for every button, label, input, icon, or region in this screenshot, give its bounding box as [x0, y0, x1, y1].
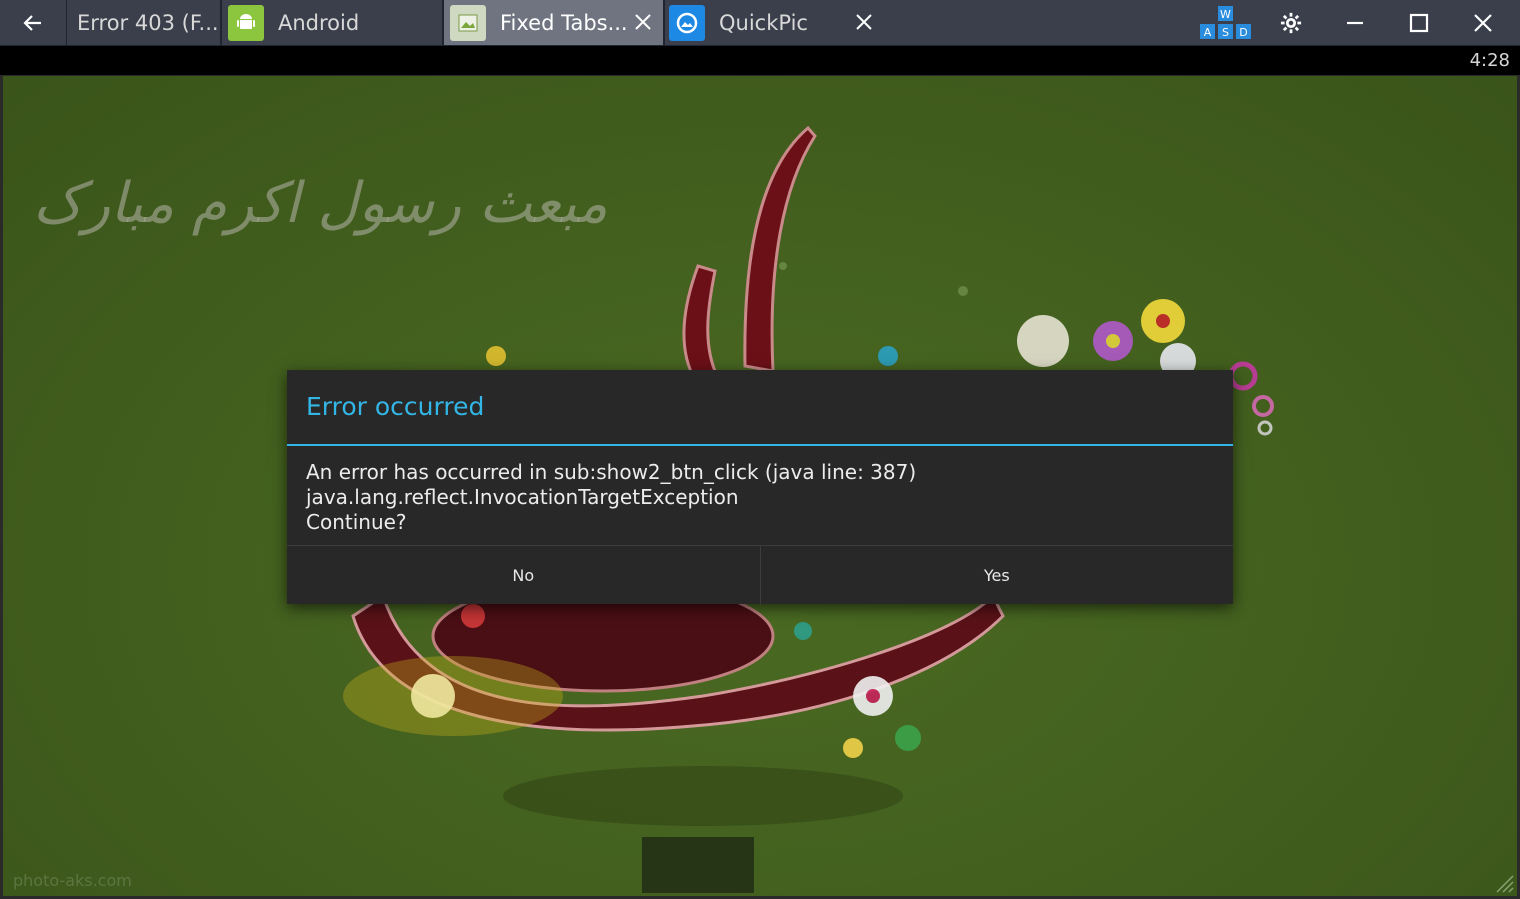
resize-grip-icon[interactable] [1491, 870, 1515, 894]
key-w: W [1220, 8, 1231, 21]
no-button[interactable]: No [287, 546, 760, 605]
maximize-icon [1409, 13, 1429, 33]
tab-label: Android [278, 10, 360, 35]
close-tab-button[interactable] [629, 8, 657, 36]
close-icon [856, 14, 872, 30]
back-button[interactable] [0, 0, 66, 45]
arrow-left-icon [23, 14, 41, 31]
minimize-button[interactable] [1338, 6, 1372, 40]
wallpaper-watermark: photo-aks.com [13, 871, 132, 890]
quickpic-icon [669, 4, 705, 41]
dialog-message-line: An error has occurred in sub:show2_btn_c… [306, 460, 917, 484]
key-d: D [1239, 26, 1247, 39]
error-dialog: Error occurred An error has occurred in … [287, 370, 1233, 605]
app-icon [450, 4, 486, 41]
status-clock: 4:28 [1469, 50, 1510, 71]
dialog-message-line: java.lang.reflect.InvocationTargetExcept… [306, 485, 739, 509]
tab-label: Fixed Tabs... [500, 10, 628, 35]
gear-icon [1280, 12, 1302, 34]
tab-label: Error 403 (F... [77, 10, 219, 35]
key-s: S [1222, 26, 1229, 39]
settings-button[interactable] [1274, 6, 1308, 40]
dialog-message: An error has occurred in sub:show2_btn_c… [306, 460, 916, 535]
minimize-icon [1347, 21, 1363, 25]
dialog-title-divider [287, 444, 1233, 446]
tab-error-403[interactable]: Error 403 (F... [66, 0, 220, 45]
app-button-placeholder[interactable] [642, 837, 754, 893]
keyboard-wasd-icon: W A S D [1200, 6, 1251, 39]
dialog-button-row: No Yes [287, 545, 1233, 605]
yes-button[interactable]: Yes [759, 546, 1234, 605]
close-tab-button[interactable] [850, 8, 878, 36]
title-bar: Error 403 (F... Android Fixed Tabs... Qu… [0, 0, 1520, 46]
window-controls: W A S D [884, 0, 1520, 45]
close-window-button[interactable] [1466, 6, 1500, 40]
key-a: A [1204, 26, 1212, 39]
tab-label: QuickPic [719, 10, 808, 35]
keymapping-button[interactable]: W A S D [1198, 4, 1254, 42]
android-icon [228, 4, 264, 41]
tab-android[interactable]: Android [221, 0, 442, 45]
close-icon [1474, 14, 1492, 32]
status-bar: 4:28 [0, 46, 1520, 75]
tab-fixed-tabs[interactable]: Fixed Tabs... [443, 0, 663, 45]
tab-quickpic[interactable]: QuickPic [664, 0, 884, 45]
close-icon [635, 14, 651, 30]
dialog-message-line: Continue? [306, 510, 407, 534]
maximize-button[interactable] [1402, 6, 1436, 40]
wallpaper-calligraphy: مبعث رسول اکرم مبارک [33, 171, 608, 236]
dialog-title: Error occurred [306, 392, 485, 421]
